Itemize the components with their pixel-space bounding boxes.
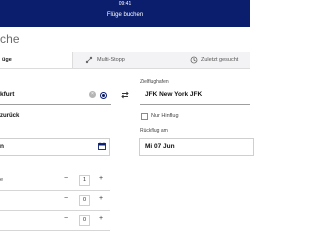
- decrement-button[interactable]: −: [62, 215, 70, 222]
- trip-type-tabs: üge Multi-Stopp Zuletzt gesucht: [0, 52, 250, 69]
- increment-button[interactable]: +: [97, 175, 105, 182]
- tab-flights-label: üge: [2, 57, 12, 63]
- tab-flights[interactable]: üge: [0, 52, 73, 68]
- history-icon: [190, 56, 198, 64]
- clear-origin-icon[interactable]: ×: [89, 91, 96, 98]
- header-title: Flüge buchen: [106, 12, 144, 18]
- tab-multi-stop-label: Multi-Stopp: [97, 57, 125, 63]
- passenger-row: e − 1 +: [0, 174, 110, 188]
- origin-underline: [0, 104, 111, 105]
- return-date-value: Mi 07 Jun: [145, 143, 175, 150]
- passenger-row: − 0 +: [0, 214, 110, 228]
- return-flight-label: zurück: [0, 113, 20, 119]
- passenger-row-label: e: [0, 177, 4, 183]
- row-divider: [0, 230, 110, 231]
- tab-recent-searches[interactable]: Zuletzt gesucht: [186, 52, 250, 68]
- status-bar-time: 09:41: [118, 1, 132, 7]
- decrement-button[interactable]: −: [62, 195, 70, 202]
- oneway-label: Nur Hinflug: [151, 113, 179, 119]
- destination-label: Zielflughafen: [140, 79, 169, 85]
- swap-icon[interactable]: [121, 91, 129, 99]
- increment-button[interactable]: +: [97, 215, 105, 222]
- departure-date-value: n: [0, 143, 4, 150]
- calendar-icon[interactable]: [98, 142, 106, 150]
- passenger-count: 0: [79, 195, 90, 206]
- passenger-row: − 0 +: [0, 194, 110, 208]
- departure-date-field[interactable]: [0, 138, 110, 156]
- passenger-count: 1: [79, 175, 90, 186]
- tab-recent-searches-label: Zuletzt gesucht: [201, 57, 239, 63]
- multi-stop-icon: [85, 56, 93, 64]
- passenger-count: 0: [79, 215, 90, 226]
- destination-field[interactable]: JFK New York JFK: [145, 91, 202, 98]
- row-divider: [0, 190, 110, 191]
- destination-underline: [140, 104, 250, 105]
- origin-field[interactable]: kfurt: [0, 91, 14, 98]
- row-divider: [0, 210, 110, 211]
- tab-multi-stop[interactable]: Multi-Stopp: [82, 52, 172, 68]
- return-date-label: Rückflug am: [140, 128, 168, 134]
- page-title: che: [0, 32, 20, 46]
- oneway-checkbox[interactable]: [141, 113, 148, 120]
- origin-location-radio[interactable]: [100, 92, 107, 99]
- decrement-button[interactable]: −: [62, 175, 70, 182]
- increment-button[interactable]: +: [97, 195, 105, 202]
